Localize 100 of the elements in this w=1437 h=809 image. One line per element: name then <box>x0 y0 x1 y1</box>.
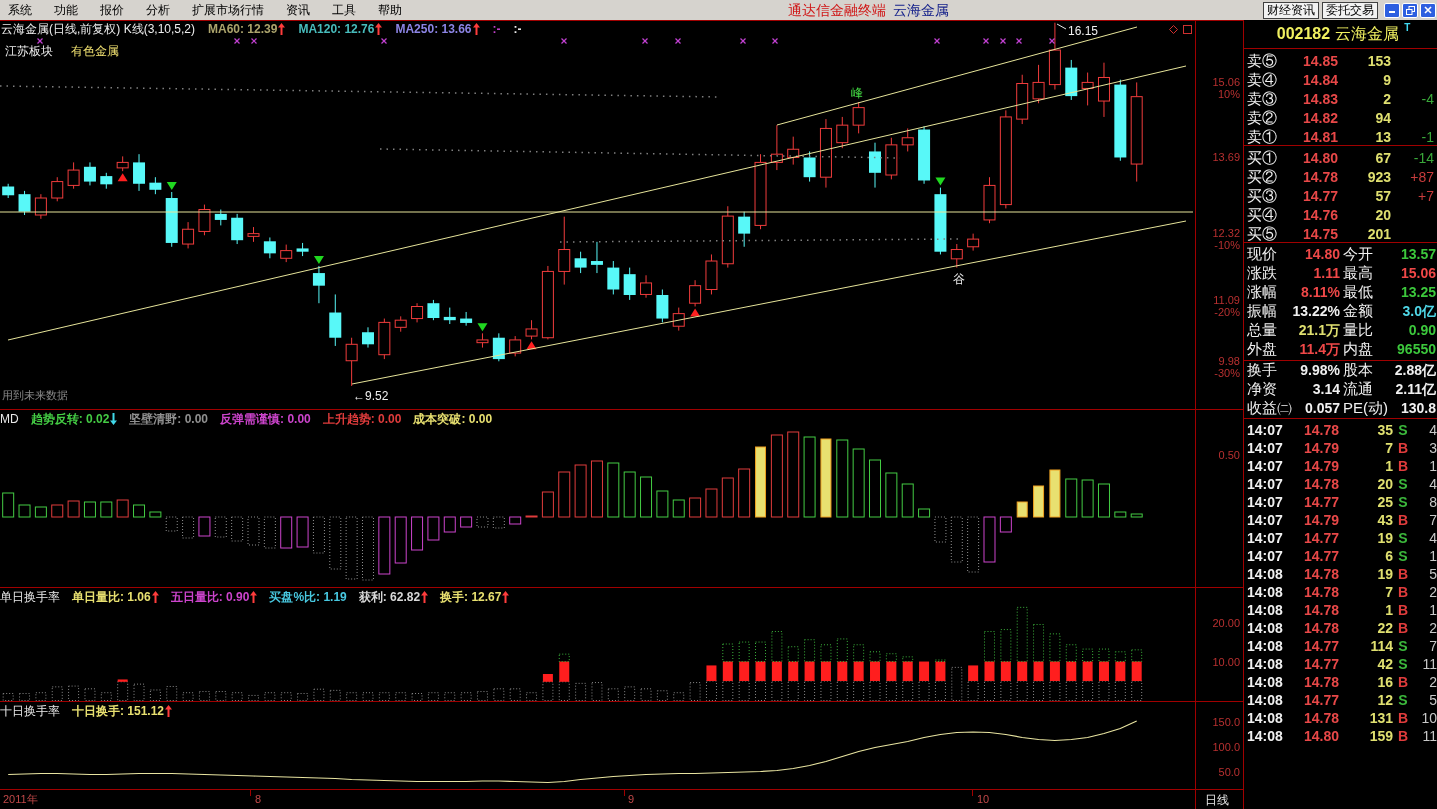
trade-count: 2 <box>1428 619 1437 638</box>
fundamental-label: 换手 <box>1247 360 1278 381</box>
status-letter: T <box>1404 23 1411 33</box>
quote-value: 14.80 <box>1303 245 1340 264</box>
indicator-reading: 趋势反转: 0.02 <box>30 411 110 428</box>
ask-price: 14.84 <box>1301 70 1338 90</box>
trade-side: S <box>1397 655 1409 674</box>
high-price-label: 16.15 <box>1068 24 1099 38</box>
quote-value: 15.06 <box>1399 264 1436 283</box>
bid-volume: 201 <box>1366 224 1391 244</box>
trade-volume: 20 <box>1376 475 1393 494</box>
quote-label: 最低 <box>1342 282 1374 303</box>
trade-side: B <box>1396 511 1410 530</box>
indicator-title: 十日换手率 <box>0 703 60 720</box>
trade-time: 14:07 <box>1247 457 1284 476</box>
stock-name: 云海金属 <box>1335 24 1400 44</box>
bid-label: 买② <box>1247 167 1278 187</box>
trade-volume: 35 <box>1376 421 1393 440</box>
trade-time: 14:07 <box>1247 439 1284 458</box>
bid-volume: 20 <box>1374 205 1391 225</box>
trade-volume: 19 <box>1376 529 1393 548</box>
axis-tick-label: 9.98 <box>1218 354 1240 367</box>
quote-label: 振幅 <box>1247 301 1278 322</box>
trade-count: 8 <box>1428 493 1437 512</box>
trade-count: 1 <box>1428 547 1437 566</box>
chart-title: 云海金属(日线,前复权) K线(3,10,5,2) <box>1 21 196 38</box>
trade-price: 14.77 <box>1302 493 1339 512</box>
trade-count: 5 <box>1428 691 1437 710</box>
trade-side: S <box>1397 637 1409 656</box>
ask-volume: 94 <box>1374 108 1391 128</box>
indicator-reading: MA120: 12.76 <box>298 21 375 38</box>
axis-tick-label: 13.69 <box>1212 151 1240 164</box>
trade-price: 14.77 <box>1302 691 1339 710</box>
trade-count: 11 <box>1421 655 1437 674</box>
industry-label: 有色金属 <box>71 44 119 58</box>
quote-value: 13.25 <box>1399 283 1436 302</box>
trade-volume: 7 <box>1384 439 1393 458</box>
trade-side: B <box>1396 439 1410 458</box>
trade-price: 14.78 <box>1302 421 1339 440</box>
fundamental-value: 130.8 <box>1399 399 1436 418</box>
bid-price: 14.80 <box>1301 148 1338 168</box>
ask-label: 卖③ <box>1247 89 1278 109</box>
trade-volume: 19 <box>1376 565 1393 584</box>
quote-label: 内盘 <box>1342 339 1374 360</box>
axis-tick-label: 12.32 <box>1212 226 1240 239</box>
trade-volume: 22 <box>1376 619 1393 638</box>
indicator-reading: 换手: 12.67 <box>440 589 502 606</box>
ask-price: 14.81 <box>1301 127 1338 147</box>
date-label: 2011年 <box>3 793 38 806</box>
trade-volume: 7 <box>1384 583 1393 602</box>
trade-price: 14.78 <box>1302 601 1339 620</box>
axis-tick-label: 15.06 <box>1212 76 1240 89</box>
bid-change: -14 <box>1412 148 1434 168</box>
percent-tick-label: -10% <box>1214 238 1240 251</box>
bid-label: 买③ <box>1247 186 1278 206</box>
peak-label: 峰 <box>851 86 863 100</box>
ask-price: 14.85 <box>1301 51 1338 71</box>
indicator-reading: 坚壁清野: 0.00 <box>129 411 209 428</box>
date-label: 9 <box>628 793 635 806</box>
ask-label: 卖④ <box>1247 70 1278 90</box>
quote-label: 外盘 <box>1247 339 1278 360</box>
percent-tick-label: 10% <box>1217 88 1240 101</box>
trade-side: B <box>1396 709 1410 728</box>
axis-tick-label: 100.0 <box>1212 740 1240 753</box>
trade-volume: 159 <box>1368 727 1393 746</box>
percent-tick-label: -20% <box>1214 305 1240 318</box>
trade-time: 14:07 <box>1247 547 1284 566</box>
trade-side: B <box>1396 457 1410 476</box>
ask-label: 卖① <box>1247 127 1278 147</box>
trade-time: 14:07 <box>1247 421 1284 440</box>
trade-price: 14.78 <box>1302 673 1339 692</box>
indicator-reading: 获利: 62.82 <box>358 589 421 606</box>
indicator-reading: 成本突破: 0.00 <box>413 411 493 428</box>
trade-side: B <box>1396 673 1410 692</box>
quote-value: 3.0亿 <box>1401 302 1436 321</box>
trade-count: 3 <box>1428 439 1437 458</box>
bid-price: 14.76 <box>1301 205 1338 225</box>
trade-count: 1 <box>1428 601 1437 620</box>
quote-label: 现价 <box>1247 244 1278 265</box>
fundamental-value: 9.98% <box>1299 361 1340 380</box>
stock-code: 002182 <box>1276 24 1331 44</box>
trade-count: 4 <box>1428 475 1437 494</box>
fundamental-value: 2.11亿 <box>1394 380 1436 399</box>
fundamental-label: 净资 <box>1247 379 1278 400</box>
indicator-reading: 买盘%比: 1.19 <box>269 589 347 606</box>
fundamental-value: 2.88亿 <box>1393 361 1436 380</box>
ask-volume: 153 <box>1366 51 1391 71</box>
quote-value: 13.22% <box>1291 302 1340 321</box>
quote-value: 1.11 <box>1312 264 1340 283</box>
fundamental-label: 股本 <box>1342 360 1374 381</box>
date-label: 8 <box>255 793 262 806</box>
fundamental-label: PE(动) <box>1342 398 1388 419</box>
indicator-reading: 反弹需谨慎: 0.00 <box>220 411 311 428</box>
quote-label: 量比 <box>1342 320 1374 341</box>
trade-time: 14:07 <box>1247 493 1284 512</box>
ask-change: -1 <box>1420 127 1434 147</box>
trade-side: S <box>1397 547 1409 566</box>
trade-price: 14.77 <box>1302 655 1339 674</box>
indicator-title: MD <box>0 411 19 428</box>
fundamental-label: 流通 <box>1342 379 1374 400</box>
